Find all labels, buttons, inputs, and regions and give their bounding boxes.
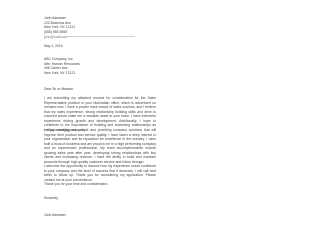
body-paragraph-4: Thank you for your time and consideratio… — [44, 182, 156, 187]
header-divider — [44, 36, 135, 37]
closing: Sincerely, — [44, 196, 156, 201]
salutation: Dear Sir or Madam: — [44, 87, 156, 92]
sender-city: New York, NY 12121 — [44, 25, 76, 30]
body-paragraph-2: I enjoy meeting new people and providing… — [44, 128, 156, 164]
recipient-block: ABC Company, Inc. Attn: Human Resources … — [44, 57, 156, 75]
signature-name: John Adewiser — [44, 213, 67, 217]
body-paragraph-text: Thank you for your time and consideratio… — [44, 182, 109, 186]
cover-letter-page: John Adewiser 123 Business Ave New York,… — [0, 0, 200, 252]
body-paragraph-text: I welcome the opportunity to discuss how… — [44, 164, 156, 182]
body-paragraph-3: I welcome the opportunity to discuss how… — [44, 164, 156, 182]
signature-block: John Adewiser — [44, 213, 156, 218]
closing-text: Sincerely, — [44, 196, 59, 200]
body-paragraph-text: I enjoy meeting new people and providing… — [44, 128, 156, 164]
sender-contact: (555) 555-5555 john@mail.com — [44, 30, 156, 39]
letter-date: May 1, 2016 — [44, 44, 156, 49]
salutation-text: Dear Sir or Madam: — [44, 87, 74, 91]
body-paragraph-1: I am submitting my attached resume for c… — [44, 96, 156, 132]
recipient-city: New York, NY 12121 — [44, 70, 76, 75]
date-text: May 1, 2016 — [44, 44, 63, 48]
sender-block: John Adewiser 123 Business Ave New York,… — [44, 16, 156, 30]
body-paragraph-text: I am submitting my attached resume for c… — [44, 96, 156, 132]
